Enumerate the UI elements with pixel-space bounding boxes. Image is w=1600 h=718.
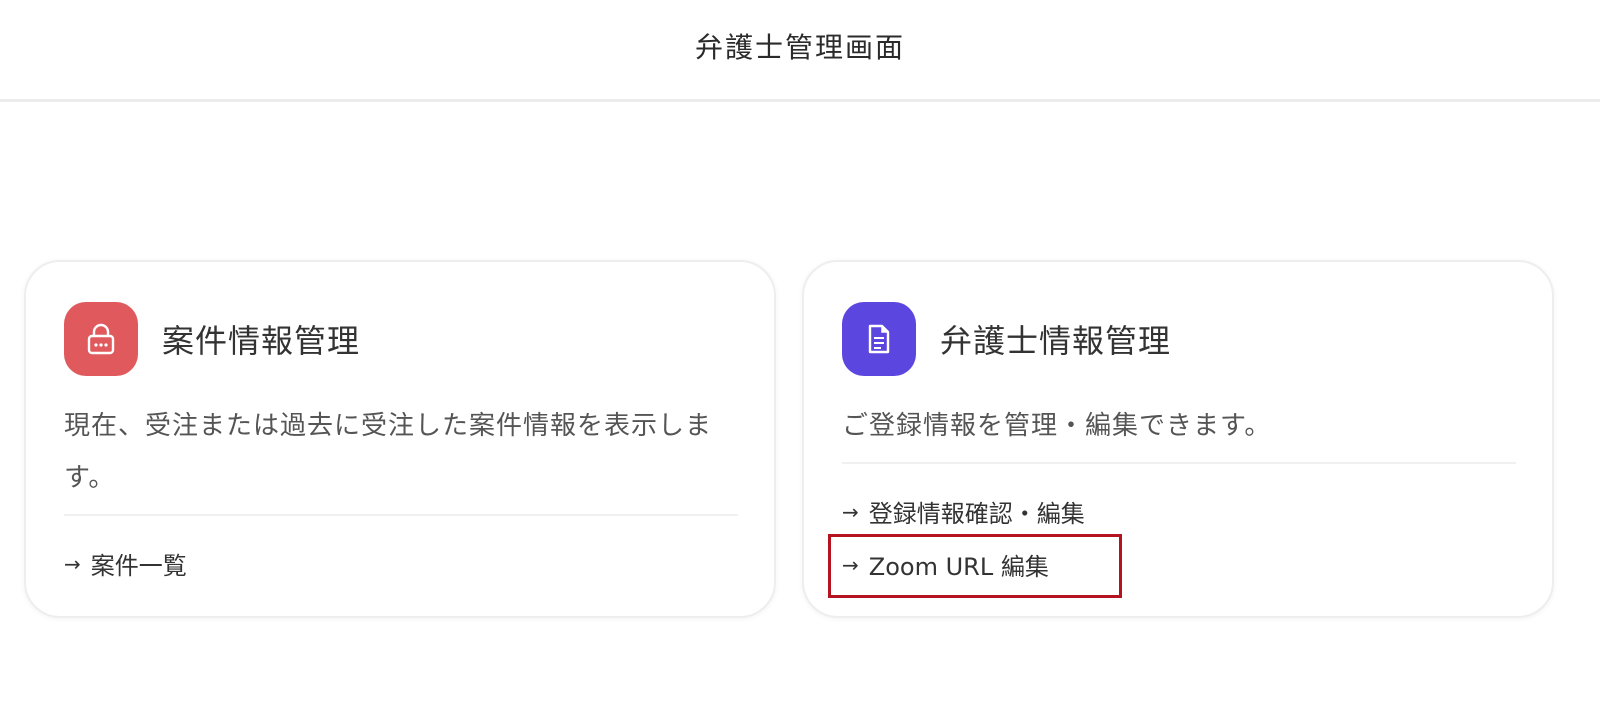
registration-info-edit-link[interactable]: → 登録情報確認・編集: [842, 494, 1085, 529]
card-description: ご登録情報を管理・編集できます。: [842, 411, 1272, 441]
card-description: 現在、受注または過去に受注した案件情報を表示します。: [64, 411, 713, 493]
lock-icon: [64, 302, 138, 376]
card-title: 弁護士情報管理: [940, 322, 1172, 360]
link-label: 登録情報確認・編集: [868, 500, 1085, 528]
card-header: 案件情報管理: [64, 302, 360, 376]
case-management-card: 案件情報管理 現在、受注または過去に受注した案件情報を表示します。 → 案件一覧: [24, 260, 776, 618]
arrow-right-icon: →: [842, 499, 859, 524]
card-divider: [64, 514, 738, 516]
case-list-link[interactable]: → 案件一覧: [64, 546, 187, 581]
link-label: 案件一覧: [90, 552, 187, 580]
document-icon: [842, 302, 916, 376]
highlight-box: [828, 534, 1122, 598]
card-title: 案件情報管理: [162, 322, 361, 360]
card-divider: [842, 462, 1516, 464]
card-header: 弁護士情報管理: [842, 302, 1171, 376]
arrow-right-icon: →: [64, 551, 81, 576]
page-header: 弁護士管理画面: [0, 0, 1600, 102]
page-title: 弁護士管理画面: [694, 30, 905, 64]
